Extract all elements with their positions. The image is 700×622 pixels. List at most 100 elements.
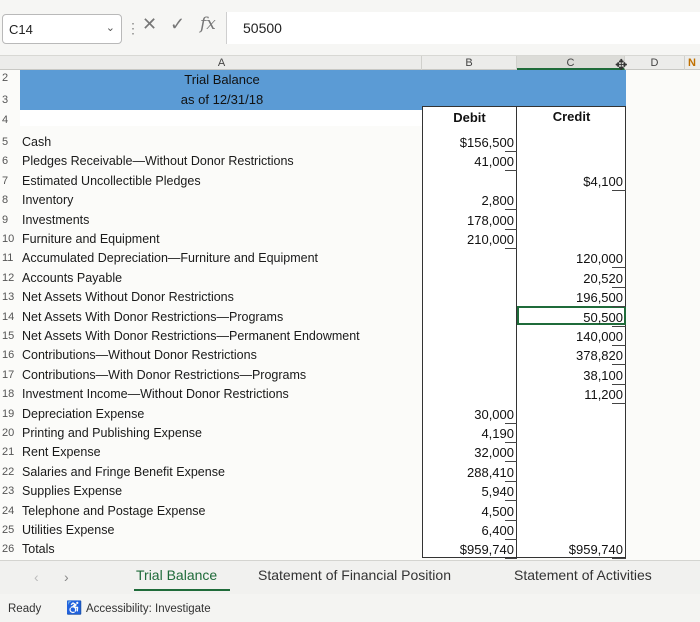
debit-cell[interactable]: 210,000: [422, 232, 514, 247]
row-number[interactable]: 23: [0, 485, 20, 497]
account-name-cell[interactable]: Depreciation Expense: [22, 407, 420, 421]
row-number[interactable]: 17: [0, 369, 20, 381]
cell-border: [505, 170, 517, 171]
credit-cell[interactable]: 50,500: [517, 310, 623, 325]
row-number[interactable]: 15: [0, 330, 20, 342]
debit-cell[interactable]: 32,000: [422, 445, 514, 460]
account-name-cell[interactable]: Telephone and Postage Expense: [22, 504, 420, 518]
debit-header[interactable]: Debit: [422, 110, 517, 125]
column-header-d[interactable]: D: [625, 56, 685, 70]
debit-cell[interactable]: 6,400: [422, 523, 514, 538]
credit-cell[interactable]: 20,520: [517, 271, 623, 286]
row-number[interactable]: 7: [0, 175, 20, 187]
account-name-cell[interactable]: Salaries and Fringe Benefit Expense: [22, 465, 420, 479]
column-header-a[interactable]: A: [22, 56, 422, 70]
credit-header[interactable]: Credit: [517, 109, 626, 124]
chevron-right-icon[interactable]: ›: [64, 569, 69, 585]
row-number[interactable]: 24: [0, 505, 20, 517]
debit-cell[interactable]: 4,190: [422, 426, 514, 441]
account-name-cell[interactable]: Pledges Receivable—Without Donor Restric…: [22, 154, 420, 168]
row-number[interactable]: 6: [0, 155, 20, 167]
column-header-b[interactable]: B: [422, 56, 517, 70]
accessibility-icon[interactable]: ♿: [66, 600, 82, 616]
insert-function-icon[interactable]: fx: [200, 14, 216, 34]
account-name-cell[interactable]: Investments: [22, 213, 420, 227]
debit-cell[interactable]: 288,410: [422, 465, 514, 480]
account-name-cell[interactable]: Net Assets With Donor Restrictions—Progr…: [22, 310, 420, 324]
account-name-cell[interactable]: Furniture and Equipment: [22, 232, 420, 246]
cell-border: [505, 481, 517, 482]
credit-cell[interactable]: 196,500: [517, 290, 623, 305]
credit-cell[interactable]: 120,000: [517, 251, 623, 266]
row-number[interactable]: 21: [0, 446, 20, 458]
row-number[interactable]: 20: [0, 427, 20, 439]
account-name-cell[interactable]: Printing and Publishing Expense: [22, 426, 420, 440]
credit-cell[interactable]: 378,820: [517, 348, 623, 363]
cell-border: [612, 558, 626, 559]
debit-cell[interactable]: 30,000: [422, 407, 514, 422]
row-number[interactable]: 26: [0, 543, 20, 555]
account-name-cell[interactable]: Net Assets Without Donor Restrictions: [22, 290, 420, 304]
account-name-cell[interactable]: Inventory: [22, 193, 420, 207]
row-number[interactable]: 3: [0, 94, 20, 106]
cell-border: [505, 423, 517, 424]
row-number[interactable]: 14: [0, 311, 20, 323]
tab-trial-balance[interactable]: Trial Balance: [136, 567, 217, 583]
account-name-cell[interactable]: Contributions—Without Donor Restrictions: [22, 348, 420, 362]
row-number[interactable]: 12: [0, 272, 20, 284]
row-number[interactable]: 18: [0, 388, 20, 400]
enter-icon[interactable]: ✓: [170, 14, 185, 35]
account-name-cell[interactable]: Utilities Expense: [22, 523, 420, 537]
row-number[interactable]: 10: [0, 233, 20, 245]
debit-cell[interactable]: 2,800: [422, 193, 514, 208]
row-number[interactable]: 4: [0, 114, 20, 126]
account-name-cell[interactable]: Totals: [22, 542, 420, 556]
row-number[interactable]: 9: [0, 214, 20, 226]
debit-cell[interactable]: 5,940: [422, 484, 514, 499]
row-number[interactable]: 2: [0, 72, 20, 84]
formula-input[interactable]: 50500: [226, 12, 700, 44]
tab-statement-of-financial-position[interactable]: Statement of Financial Position: [258, 567, 451, 583]
row-number[interactable]: 16: [0, 349, 20, 361]
chevron-down-icon[interactable]: ⌄: [106, 21, 115, 34]
worksheet-grid[interactable]: Trial Balance as of 12/31/18 2 3 4 Debit…: [0, 70, 700, 560]
debit-cell[interactable]: 4,500: [422, 504, 514, 519]
debit-cell[interactable]: $959,740: [422, 542, 514, 557]
account-name-cell[interactable]: Estimated Uncollectible Pledges: [22, 174, 420, 188]
credit-cell[interactable]: 38,100: [517, 368, 623, 383]
debit-cell[interactable]: $156,500: [422, 135, 514, 150]
account-name-cell[interactable]: Rent Expense: [22, 445, 420, 459]
account-name-cell[interactable]: Accumulated Depreciation—Furniture and E…: [22, 251, 420, 265]
cell-border: [505, 248, 517, 249]
credit-cell[interactable]: 140,000: [517, 329, 623, 344]
accessibility-status[interactable]: Accessibility: Investigate: [86, 603, 211, 615]
cell-border: [505, 209, 517, 210]
account-name-cell[interactable]: Investment Income—Without Donor Restrict…: [22, 387, 420, 401]
column-header-next[interactable]: N: [685, 56, 700, 70]
formula-bar: C14 ⌄ ⋮ ✕ ✓ fx 50500: [0, 0, 700, 56]
cell-border: [612, 345, 626, 346]
account-name-cell[interactable]: Net Assets With Donor Restrictions—Perma…: [22, 329, 420, 343]
cancel-icon[interactable]: ✕: [142, 14, 157, 35]
account-name-cell[interactable]: Cash: [22, 135, 420, 149]
name-box[interactable]: C14 ⌄: [2, 14, 122, 44]
account-name-cell[interactable]: Accounts Payable: [22, 271, 420, 285]
row-number[interactable]: 22: [0, 466, 20, 478]
row-number[interactable]: 5: [0, 136, 20, 148]
row-number[interactable]: 25: [0, 524, 20, 536]
row-number[interactable]: 11: [0, 252, 20, 264]
debit-cell[interactable]: 41,000: [422, 154, 514, 169]
tab-statement-of-activities[interactable]: Statement of Activities: [514, 567, 652, 583]
row-number[interactable]: 13: [0, 291, 20, 303]
chevron-left-icon[interactable]: ‹: [34, 569, 39, 585]
credit-cell[interactable]: $959,740: [517, 542, 623, 557]
row-number[interactable]: 8: [0, 194, 20, 206]
account-name-cell[interactable]: Supplies Expense: [22, 484, 420, 498]
debit-cell[interactable]: 178,000: [422, 213, 514, 228]
account-name-cell[interactable]: Contributions—With Donor Restrictions—Pr…: [22, 368, 420, 382]
column-header-c[interactable]: C: [517, 56, 625, 70]
credit-cell[interactable]: 11,200: [517, 387, 623, 402]
credit-cell[interactable]: $4,100: [517, 174, 623, 189]
status-ready: Ready: [8, 603, 42, 615]
row-number[interactable]: 19: [0, 408, 20, 420]
